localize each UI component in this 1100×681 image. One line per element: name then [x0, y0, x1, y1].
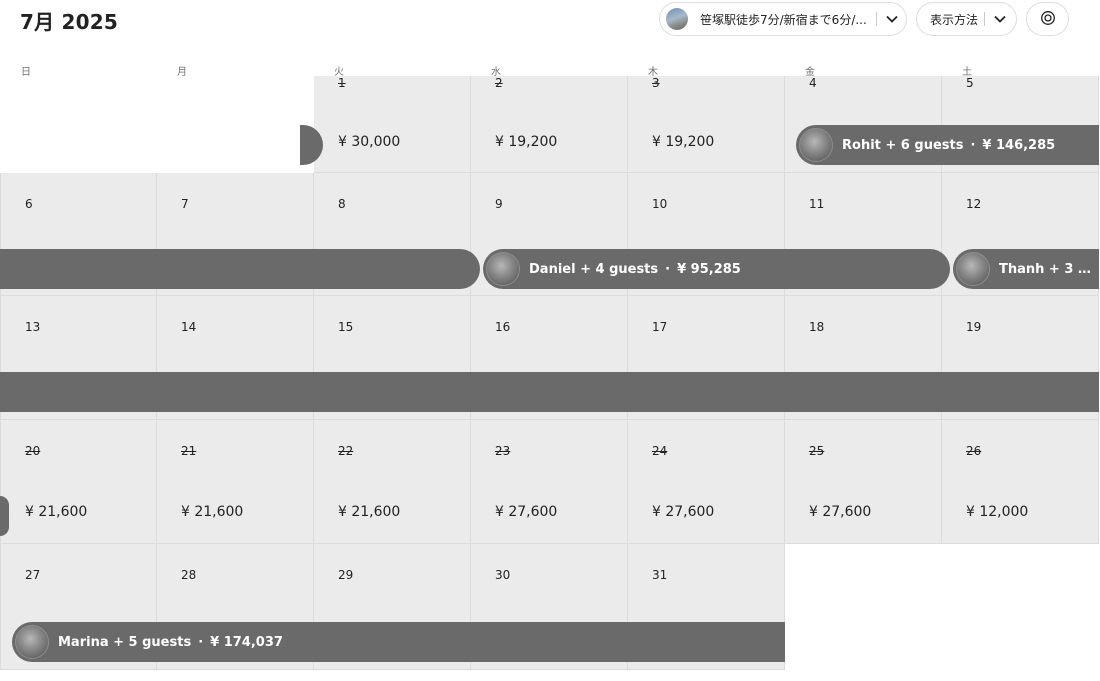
- reservation-total: ¥ 146,285: [982, 137, 1056, 153]
- nightly-price: ¥ 19,200: [652, 134, 715, 150]
- separator-dot: ·: [198, 634, 204, 650]
- day-number: 4: [809, 76, 817, 90]
- day-number: 23: [495, 444, 511, 458]
- nightly-price: ¥ 12,000: [966, 504, 1029, 520]
- reservation-bar[interactable]: [0, 496, 9, 536]
- nightly-price: ¥ 19,200: [495, 134, 558, 150]
- day-number: 13: [25, 320, 41, 334]
- day-number: 3: [652, 76, 660, 90]
- nightly-price: ¥ 27,600: [652, 504, 715, 520]
- view-options-label: 表示方法: [930, 12, 979, 27]
- day-number: 7: [181, 197, 189, 211]
- guest-avatar: [15, 625, 49, 659]
- day-number: 18: [809, 320, 825, 334]
- day-number: 17: [652, 320, 668, 334]
- day-number: 16: [495, 320, 511, 334]
- guest-summary: Thanh + 3 gue...: [999, 261, 1099, 277]
- day-number: 6: [25, 197, 33, 211]
- guest-summary: Rohit + 6 guests: [842, 137, 964, 153]
- day-number: 27: [25, 568, 41, 582]
- reservation-bar[interactable]: Thanh + 3 gue...: [953, 249, 1099, 289]
- day-number: 30: [495, 568, 511, 582]
- day-cell[interactable]: 21 ¥ 21,600: [157, 420, 314, 544]
- chevron-down-icon: [989, 10, 1011, 28]
- guest-avatar: [486, 252, 520, 286]
- settings-icon: [1040, 10, 1056, 29]
- day-cell[interactable]: 22 ¥ 21,600: [314, 420, 471, 544]
- day-number: 1: [338, 76, 346, 90]
- day-number: 28: [181, 568, 197, 582]
- reservation-bar[interactable]: Marina + 5 guests · ¥ 174,037: [12, 622, 785, 662]
- day-number: 26: [966, 444, 982, 458]
- reservation-total: ¥ 95,285: [677, 261, 741, 277]
- nightly-price: ¥ 27,600: [809, 504, 872, 520]
- day-number: 5: [966, 76, 974, 90]
- nightly-price: ¥ 21,600: [181, 504, 244, 520]
- settings-button[interactable]: [1026, 2, 1069, 36]
- day-number: 15: [338, 320, 354, 334]
- day-cell[interactable]: 20 ¥ 21,600: [0, 420, 157, 544]
- day-number: 10: [652, 197, 668, 211]
- reservation-bar[interactable]: [0, 249, 480, 289]
- day-number: 22: [338, 444, 354, 458]
- day-number: 29: [338, 568, 354, 582]
- reservation-bar[interactable]: [0, 372, 1099, 412]
- listing-name: 笹塚駅徒歩7分/新宿まで6分/...: [700, 12, 867, 27]
- nightly-price: ¥ 27,600: [495, 504, 558, 520]
- day-number: 25: [809, 444, 825, 458]
- nightly-price: ¥ 30,000: [338, 134, 401, 150]
- day-number: 11: [809, 197, 825, 211]
- day-number: 12: [966, 197, 982, 211]
- day-cell[interactable]: 3 ¥ 19,200: [628, 76, 785, 173]
- day-number: 9: [495, 197, 503, 211]
- guest-avatar: [956, 252, 990, 286]
- separator-dot: ·: [665, 261, 671, 277]
- header-controls: 笹塚駅徒歩7分/新宿まで6分/... 表示方法: [0, 2, 1100, 36]
- day-cell[interactable]: 2 ¥ 19,200: [471, 76, 628, 173]
- day-cell[interactable]: 1 ¥ 30,000: [314, 76, 471, 173]
- pill-divider: [984, 12, 986, 26]
- guest-summary: Marina + 5 guests: [58, 634, 192, 650]
- day-number: 14: [181, 320, 197, 334]
- guest-summary: Daniel + 4 guests: [529, 261, 659, 277]
- view-options-button[interactable]: 表示方法: [916, 2, 1017, 36]
- reservation-total: ¥ 174,037: [210, 634, 283, 650]
- day-cell[interactable]: 26 ¥ 12,000: [942, 420, 1099, 544]
- day-number: 8: [338, 197, 346, 211]
- weekday-label: 月: [177, 67, 187, 78]
- day-cell[interactable]: 25 ¥ 27,600: [785, 420, 942, 544]
- day-number: 21: [181, 444, 197, 458]
- nightly-price: ¥ 21,600: [338, 504, 401, 520]
- day-number: 24: [652, 444, 668, 458]
- day-cell[interactable]: 24 ¥ 27,600: [628, 420, 785, 544]
- reservation-bar[interactable]: Daniel + 4 guests · ¥ 95,285: [483, 249, 950, 289]
- day-number: 19: [966, 320, 982, 334]
- nightly-price: ¥ 21,600: [25, 504, 88, 520]
- pill-divider: [876, 12, 877, 26]
- day-number: 2: [495, 76, 503, 90]
- day-cell[interactable]: 23 ¥ 27,600: [471, 420, 628, 544]
- reservation-bar[interactable]: Rohit + 6 guests · ¥ 146,285: [796, 125, 1099, 165]
- chevron-down-icon: [881, 10, 903, 28]
- day-number: 20: [25, 444, 41, 458]
- listing-selector[interactable]: 笹塚駅徒歩7分/新宿まで6分/...: [659, 2, 907, 36]
- day-number: 31: [652, 568, 668, 582]
- listing-thumbnail: [666, 8, 688, 30]
- separator-dot: ·: [970, 137, 976, 153]
- guest-avatar: [799, 128, 833, 162]
- weekday-label: 日: [21, 67, 31, 78]
